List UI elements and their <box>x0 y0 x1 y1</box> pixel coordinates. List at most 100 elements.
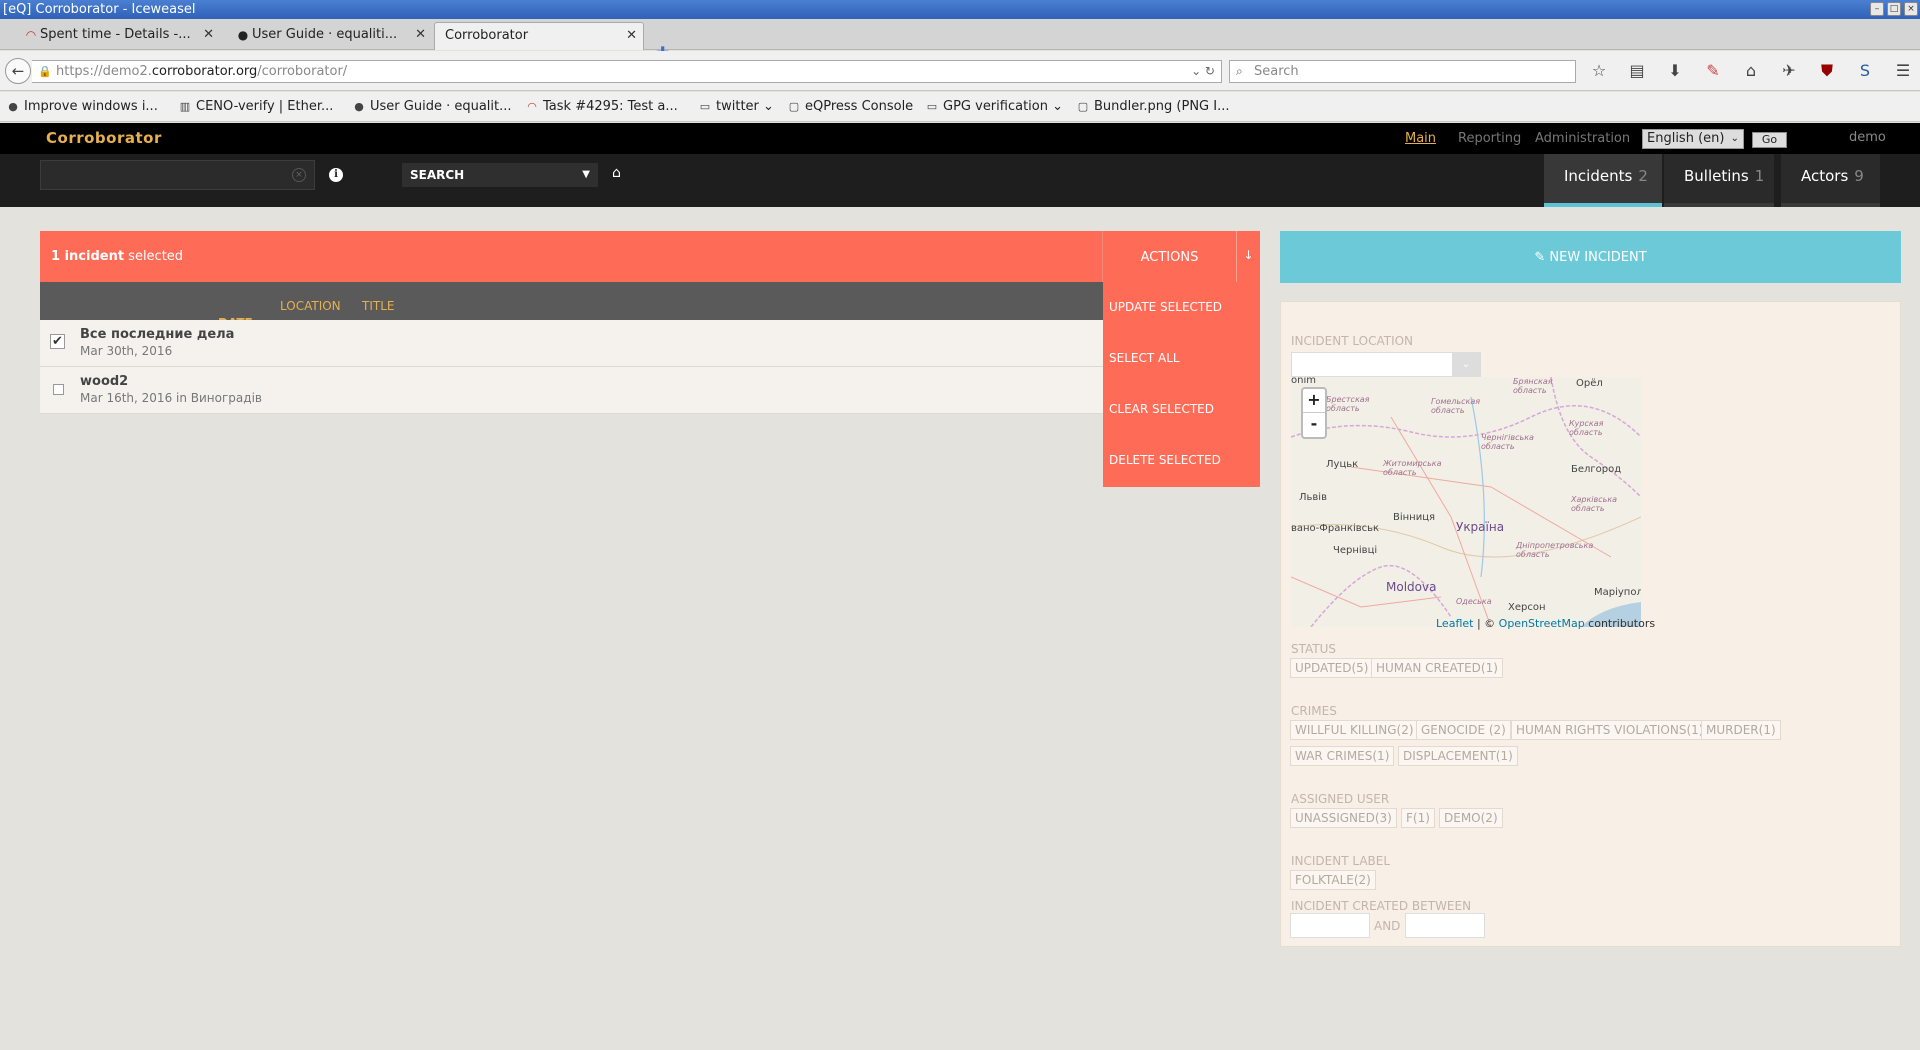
text-filter-input[interactable]: × <box>40 160 315 190</box>
maximize-icon[interactable]: □ <box>1887 2 1901 16</box>
browser-tab-corroborator[interactable]: Corroborator ✕ <box>434 22 644 50</box>
leaflet-link[interactable]: Leaflet <box>1436 617 1473 630</box>
osm-link[interactable]: OpenStreetMap <box>1499 617 1585 630</box>
actions-button[interactable]: ACTIONS <box>1102 231 1236 282</box>
map-label: Харківська область <box>1571 495 1618 513</box>
filter-tag-status[interactable]: UPDATED(5) <box>1290 658 1374 678</box>
map-label: Львів <box>1299 492 1327 503</box>
nav-reporting[interactable]: Reporting <box>1458 131 1521 146</box>
filter-tag-crime[interactable]: GENOCIDE (2) <box>1416 720 1511 740</box>
filter-tag-label[interactable]: FOLKTALE(2) <box>1290 870 1376 890</box>
filter-tag-status[interactable]: HUMAN CREATED(1) <box>1371 658 1503 678</box>
clear-icon[interactable]: × <box>292 168 306 182</box>
extension-icon[interactable]: ✈ <box>1777 61 1801 81</box>
minimize-icon[interactable]: – <box>1870 2 1884 16</box>
map-label: Чернігівська область <box>1481 433 1534 451</box>
color-picker-icon[interactable]: ✎ <box>1701 61 1725 81</box>
bookmark-folder[interactable]: ▭ GPG verification ⌄ <box>925 92 1063 122</box>
zoom-in-button[interactable]: + <box>1303 389 1325 413</box>
filter-tag-assigned[interactable]: DEMO(2) <box>1439 808 1503 828</box>
incident-date: Mar 30th, 2016 <box>80 344 173 358</box>
map-label: Луцьк <box>1326 459 1359 470</box>
tab-bulletins[interactable]: Bulletins 1 <box>1664 154 1774 207</box>
menu-delete-selected[interactable]: DELETE SELECTED <box>1103 435 1260 486</box>
page-icon: ▢ <box>1077 100 1089 113</box>
search-type-select[interactable]: SEARCH ▼ <box>402 163 598 187</box>
tab-label: Incidents <box>1564 167 1633 185</box>
search-icon: ⌕ <box>1236 64 1243 78</box>
chevron-down-icon: ⌄ <box>1730 133 1739 144</box>
ublock-icon[interactable]: ⛊ <box>1815 61 1839 81</box>
bookmark-item[interactable]: ▢ Bundler.png (PNG I... <box>1076 92 1230 122</box>
back-arrow-icon[interactable]: ← <box>5 58 31 84</box>
menu-update-selected[interactable]: UPDATE SELECTED <box>1103 282 1260 333</box>
selection-count: 1 incident <box>51 249 125 264</box>
tab-actors[interactable]: Actors 9 <box>1781 154 1880 207</box>
language-select[interactable]: English (en) ⌄ <box>1642 129 1744 149</box>
location-select[interactable]: ⌄ <box>1291 352 1481 377</box>
bookmark-label: User Guide · equalit... <box>370 99 512 114</box>
menu-clear-selected[interactable]: CLEAR SELECTED <box>1103 384 1260 435</box>
sort-location[interactable]: LOCATION <box>280 299 341 313</box>
filter-tag-assigned[interactable]: UNASSIGNED(3) <box>1290 808 1397 828</box>
filter-assigned-label: ASSIGNED USER <box>1291 792 1390 806</box>
browser-tab-user-guide[interactable]: ● User Guide · equaliti... ✕ <box>232 22 432 50</box>
url-bar[interactable]: 🔒 https://demo2.corroborator.org/corrobo… <box>32 60 1222 83</box>
go-button[interactable]: Go <box>1752 132 1787 148</box>
nav-administration[interactable]: Administration <box>1535 131 1630 146</box>
bookmark-item[interactable]: ▥ CENO-verify | Ether... <box>178 92 334 122</box>
app-subheader: × i SEARCH ▼ ⌂ Incidents 2 Bulletins 1 Act… <box>0 154 1920 207</box>
date-to-input[interactable] <box>1405 913 1485 938</box>
bookmarks-list-icon[interactable]: ▤ <box>1625 61 1649 81</box>
close-tab-icon[interactable]: ✕ <box>626 23 637 49</box>
row-checkbox[interactable] <box>53 384 64 395</box>
zoom-out-button[interactable]: - <box>1303 413 1325 437</box>
user-name[interactable]: demo <box>1849 130 1886 145</box>
menu-icon[interactable]: ☰ <box>1891 61 1915 81</box>
map-label: Брестская область <box>1326 395 1370 413</box>
filter-tag-crime[interactable]: HUMAN RIGHTS VIOLATIONS(1) <box>1511 720 1709 740</box>
browser-tab-spent-time[interactable]: ◠ Spent time - Details -... ✕ <box>20 22 220 50</box>
new-incident-button[interactable]: ✎ NEW INCIDENT <box>1280 231 1901 283</box>
filter-tag-crime[interactable]: WAR CRIMES(1) <box>1290 746 1395 766</box>
incident-row[interactable]: ✔ Все последние дела Mar 30th, 2016 <box>40 320 1103 367</box>
map-label: Україна <box>1456 520 1505 534</box>
redmine-icon: ◠ <box>25 28 37 42</box>
close-tab-icon[interactable]: ✕ <box>415 22 426 48</box>
bookmark-star-icon[interactable]: ☆ <box>1587 61 1611 81</box>
arrow-down-icon[interactable]: ↓ <box>1236 231 1260 282</box>
bookmark-item[interactable]: ▢ eQPress Console <box>787 92 913 122</box>
bookmark-label: CENO-verify | Ether... <box>196 99 334 114</box>
browser-search-input[interactable]: ⌕ Search <box>1229 60 1576 83</box>
menu-select-all[interactable]: SELECT ALL <box>1103 333 1260 384</box>
brand-logo[interactable]: Corroborator <box>46 129 162 147</box>
reload-icon[interactable]: ⌄ ↻ <box>1191 61 1215 82</box>
download-icon[interactable]: ⬇ <box>1663 61 1687 81</box>
location-map[interactable]: onim Орёл Брянская область Брестская обл… <box>1291 377 1641 627</box>
info-icon[interactable]: i <box>329 168 343 182</box>
map-label: Брянская область <box>1513 377 1553 395</box>
chevron-down-icon: ⌄ <box>1047 99 1064 114</box>
close-window-icon[interactable]: × <box>1904 2 1918 16</box>
bookmark-item[interactable]: ● User Guide · equalit... <box>352 92 512 122</box>
filter-status-label: STATUS <box>1291 642 1337 656</box>
close-tab-icon[interactable]: ✕ <box>203 22 214 48</box>
bookmark-label: Task #4295: Test a... <box>543 99 678 114</box>
sort-title[interactable]: TITLE <box>362 299 394 313</box>
row-checkbox[interactable]: ✔ <box>50 334 65 349</box>
bookmark-item[interactable]: ◠ Task #4295: Test a... <box>525 92 678 122</box>
home-icon[interactable]: ⌂ <box>1739 61 1763 81</box>
s-extension-icon[interactable]: S <box>1853 61 1877 81</box>
home-icon[interactable]: ⌂ <box>612 165 621 181</box>
incident-row[interactable]: wood2 Mar 16th, 2016 in Виноградів <box>40 367 1103 414</box>
bookmark-item[interactable]: ● Improve windows i... <box>6 92 158 122</box>
date-from-input[interactable] <box>1290 913 1370 938</box>
filter-tag-assigned[interactable]: F(1) <box>1401 808 1435 828</box>
filter-tag-crime[interactable]: WILLFUL KILLING(2) <box>1290 720 1419 740</box>
filter-tag-crime[interactable]: DISPLACEMENT(1) <box>1398 746 1518 766</box>
tab-incidents[interactable]: Incidents 2 <box>1544 154 1662 207</box>
bookmark-folder[interactable]: ▭ twitter ⌄ <box>698 92 774 122</box>
nav-main[interactable]: Main <box>1405 131 1436 146</box>
filter-tag-crime[interactable]: MURDER(1) <box>1701 720 1781 740</box>
incident-list-header: DATE ⬇ LOCATION TITLE <box>40 282 1103 330</box>
